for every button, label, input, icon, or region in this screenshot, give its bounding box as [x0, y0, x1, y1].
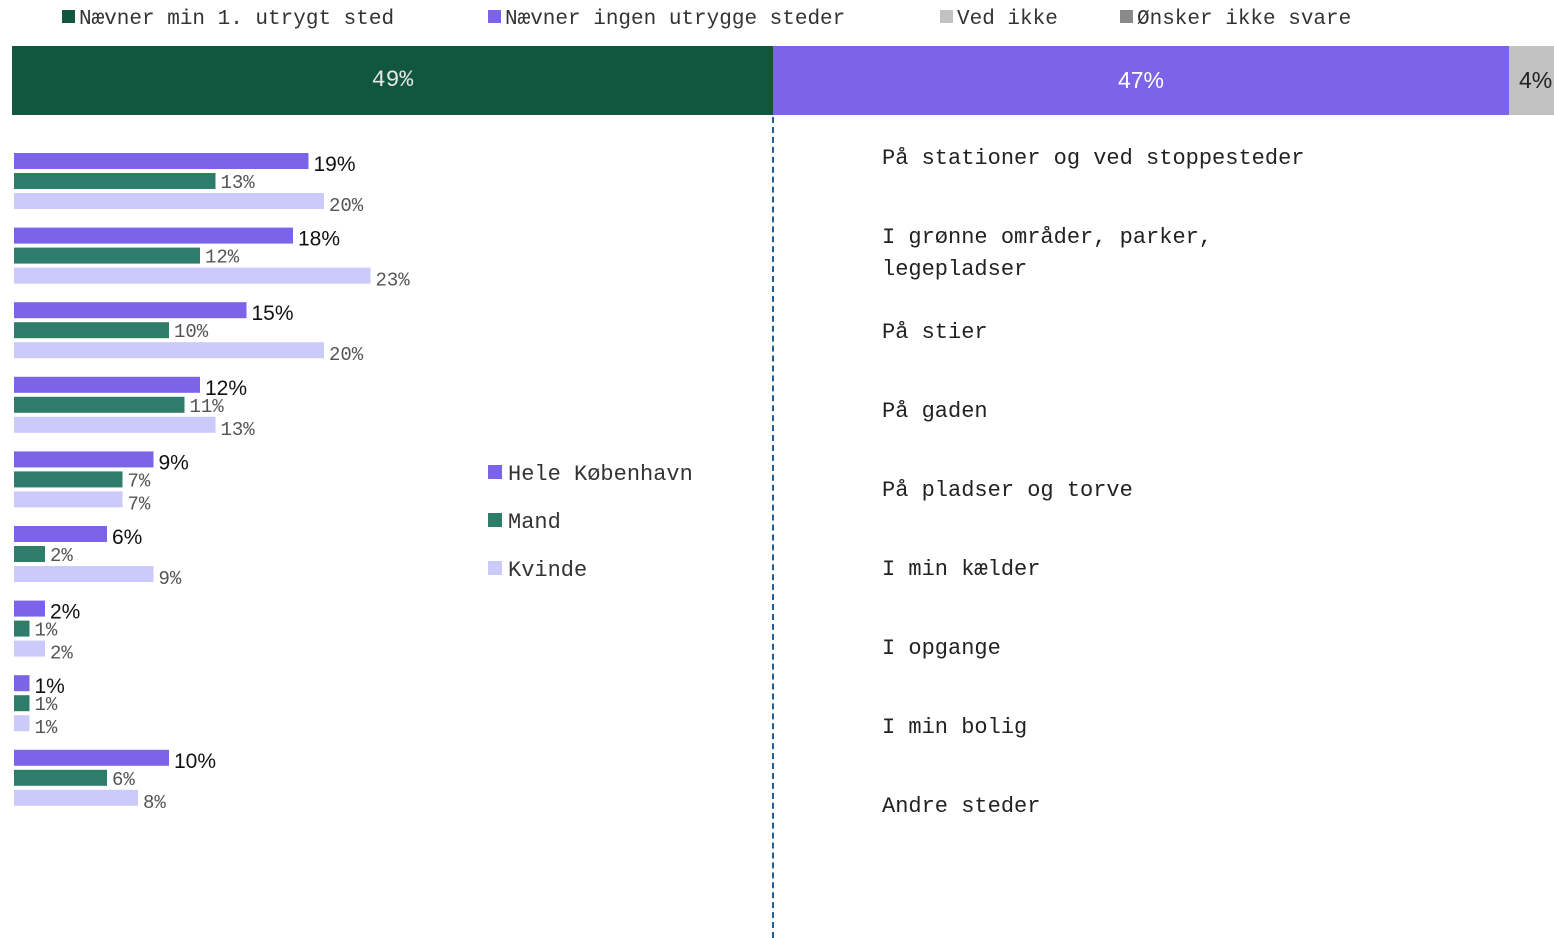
stack-segment-label: 47% — [1117, 67, 1165, 93]
bar-female — [14, 342, 324, 359]
bar-all-copenhagen — [14, 227, 293, 244]
data-label: 12% — [205, 247, 240, 269]
bar-all-copenhagen — [14, 153, 309, 169]
stack-segment-dont-know: 4% — [1509, 46, 1554, 115]
bar-male — [14, 546, 45, 562]
bar-group: 18% 12% 23% — [14, 227, 411, 292]
bar-male — [14, 173, 216, 189]
legend-label: Hele København — [508, 462, 693, 487]
data-label: 18% — [298, 228, 340, 251]
legend-swatch — [940, 10, 953, 23]
bar-male — [14, 620, 30, 637]
data-label: 1% — [35, 694, 58, 716]
legend-swatch — [1120, 10, 1133, 23]
category-label-stations: På stationer og ved stoppesteder — [882, 146, 1305, 171]
legend-label: Ved ikke — [957, 8, 1058, 31]
category-label-other: Andre steder — [882, 794, 1041, 819]
bar-female — [14, 566, 154, 582]
data-label: 8% — [143, 792, 166, 814]
data-label: 13% — [221, 172, 256, 194]
bar-male — [14, 247, 200, 264]
bar-all-copenhagen — [14, 302, 247, 319]
bar-group: 15% 10% 20% — [14, 302, 364, 366]
bar-group: 19% 13% 20% — [14, 153, 364, 217]
bar-group: 2%1%2% — [14, 600, 80, 665]
data-label: 13% — [221, 419, 256, 441]
bar-male — [14, 769, 107, 786]
bar-all-copenhagen — [14, 451, 154, 468]
stack-segment-label: 4% — [1519, 67, 1553, 93]
bar-male — [14, 396, 185, 413]
bar-all-copenhagen — [14, 376, 200, 393]
data-label: 2% — [50, 545, 73, 567]
bar-male — [14, 471, 123, 488]
category-label-squares: På pladser og torve — [882, 478, 1133, 503]
data-label: 2% — [50, 643, 73, 665]
bar-female — [14, 267, 371, 284]
bar-female — [14, 416, 216, 433]
legend-swatch — [488, 465, 502, 479]
legend-item-dont-know: Ved ikke — [940, 8, 1058, 32]
bar-group: 1%1%1% — [14, 675, 65, 739]
category-label-green-areas: I grønne områder, parker, legepladser — [882, 225, 1213, 282]
category-label-street: På gaden — [882, 399, 988, 424]
legend-entry-male: Mand — [488, 510, 561, 536]
data-label: 1% — [35, 717, 58, 739]
bar-all-copenhagen — [14, 526, 107, 542]
data-label: 7% — [128, 470, 151, 492]
bar-all-copenhagen — [14, 600, 45, 617]
bar-group: 6% 2% 9% — [14, 526, 182, 590]
data-label: 6% — [112, 526, 142, 549]
data-label: 9% — [159, 451, 189, 474]
dashed-divider — [772, 117, 774, 938]
data-label: 20% — [329, 344, 364, 366]
data-label: 10% — [174, 321, 209, 343]
bar-all-copenhagen — [14, 749, 169, 766]
category-label-paths: På stier — [882, 320, 988, 345]
bar-group: 10% 6% 8% — [14, 749, 216, 814]
data-label: 19% — [314, 153, 356, 176]
legend-swatch — [488, 561, 502, 575]
bar-female — [14, 491, 123, 508]
data-label: 6% — [112, 769, 135, 791]
data-label: 11% — [190, 396, 225, 418]
legend-label: Kvinde — [508, 558, 588, 583]
data-label: 10% — [174, 750, 216, 773]
bar-group: 12%11%13% — [14, 376, 256, 441]
bar-male — [14, 695, 30, 712]
bar-female — [14, 715, 30, 732]
category-label-home: I min bolig — [882, 715, 1028, 740]
bar-group: 9% 7%7% — [14, 451, 189, 515]
data-label: 15% — [252, 302, 294, 325]
stack-segment-no-unsafe: 47% — [773, 46, 1509, 115]
legend-entry-female: Kvinde — [488, 558, 587, 584]
data-label: 23% — [376, 270, 411, 292]
data-label: 1% — [35, 620, 58, 642]
legend-swatch — [488, 513, 502, 527]
bar-female — [14, 193, 324, 209]
legend-entry-all-copenhagen: Hele København — [488, 462, 693, 488]
bar-male — [14, 322, 169, 339]
legend-label: Mand — [508, 510, 561, 535]
category-label-stairwells: I opgange — [882, 636, 1001, 661]
legend-label: Ønsker ikke svare — [1137, 8, 1352, 31]
data-label: 20% — [329, 195, 364, 217]
data-label: 9% — [159, 568, 182, 590]
category-label-basement: I min kælder — [882, 557, 1041, 582]
legend-item-prefer-not-answer: Ønsker ikke svare — [1120, 8, 1351, 32]
data-label: 7% — [128, 493, 151, 515]
bar-female — [14, 640, 45, 657]
bar-female — [14, 789, 138, 806]
bar-all-copenhagen — [14, 675, 30, 692]
